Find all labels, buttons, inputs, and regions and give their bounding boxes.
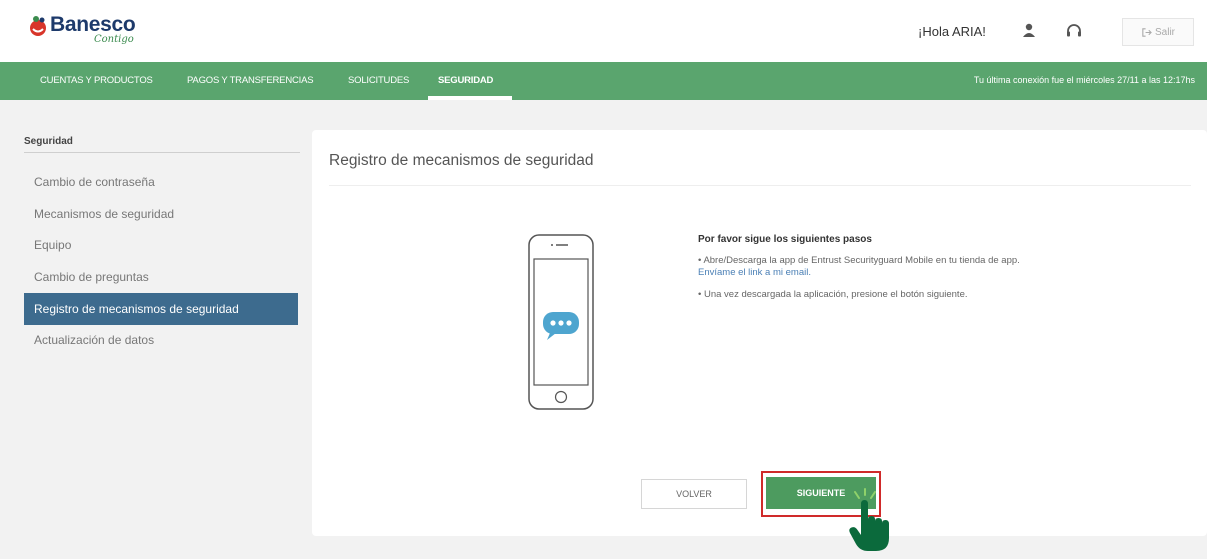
- nav-item-seguridad[interactable]: SEGURIDAD: [438, 75, 493, 86]
- sidebar-item-cambio-preguntas[interactable]: Cambio de preguntas: [24, 261, 298, 293]
- step-1-description: • Abre/Descarga la app de Entrust Securi…: [698, 255, 1020, 266]
- sidebar-item-equipo[interactable]: Equipo: [24, 229, 298, 261]
- step-1-text: • Abre/Descarga la app de Entrust Securi…: [698, 255, 1118, 279]
- sidebar-item-actualizacion-datos[interactable]: Actualización de datos: [24, 324, 298, 356]
- back-button[interactable]: VOLVER: [641, 479, 747, 509]
- title-divider: [329, 185, 1191, 186]
- logout-button[interactable]: Salir: [1122, 18, 1194, 46]
- main-card: Registro de mecanismos de seguridad Por …: [312, 130, 1207, 551]
- sidebar-item-mecanismos[interactable]: Mecanismos de seguridad: [24, 198, 298, 230]
- last-connection-text: Tu última conexión fue el miércoles 27/1…: [973, 75, 1195, 85]
- headset-icon[interactable]: [1065, 22, 1083, 40]
- sidebar-item-registro-mecanismos[interactable]: Registro de mecanismos de seguridad: [24, 293, 298, 325]
- nav-active-indicator: [428, 96, 512, 100]
- user-icon[interactable]: [1020, 22, 1038, 40]
- logout-icon: [1142, 27, 1152, 37]
- smartphone-illustration-icon: [528, 234, 594, 410]
- sidebar-item-cambio-contrasena[interactable]: Cambio de contraseña: [24, 166, 298, 198]
- sidebar: Seguridad Cambio de contraseña Mecanismo…: [16, 128, 300, 428]
- page-title: Registro de mecanismos de seguridad: [329, 152, 594, 169]
- logout-label: Salir: [1154, 26, 1175, 38]
- instructions-block: Por favor sigue los siguientes pasos • A…: [698, 234, 1118, 301]
- top-header: Banesco Contigo ¡Hola ARIA! Salir: [0, 0, 1207, 62]
- main-navbar: CUENTAS Y PRODUCTOS PAGOS Y TRANSFERENCI…: [0, 62, 1207, 100]
- nav-item-pagos[interactable]: PAGOS Y TRANSFERENCIAS: [187, 75, 314, 86]
- greeting-text: ¡Hola ARIA!: [918, 24, 986, 39]
- steps-title: Por favor sigue los siguientes pasos: [698, 234, 872, 245]
- pointing-hand-icon: [849, 488, 889, 551]
- banesco-logo-mark-icon: [30, 16, 46, 36]
- sidebar-divider: [24, 152, 300, 153]
- step-2-text: • Una vez descargada la aplicación, pres…: [698, 289, 968, 300]
- sidebar-title: Seguridad: [24, 136, 73, 147]
- send-email-link[interactable]: Envíame el link a mi email.: [698, 267, 811, 278]
- nav-item-cuentas[interactable]: CUENTAS Y PRODUCTOS: [40, 75, 153, 86]
- logo-subtitle: Contigo: [94, 34, 134, 45]
- nav-item-solicitudes[interactable]: SOLICITUDES: [348, 75, 409, 86]
- banesco-logo[interactable]: Banesco Contigo: [28, 12, 158, 52]
